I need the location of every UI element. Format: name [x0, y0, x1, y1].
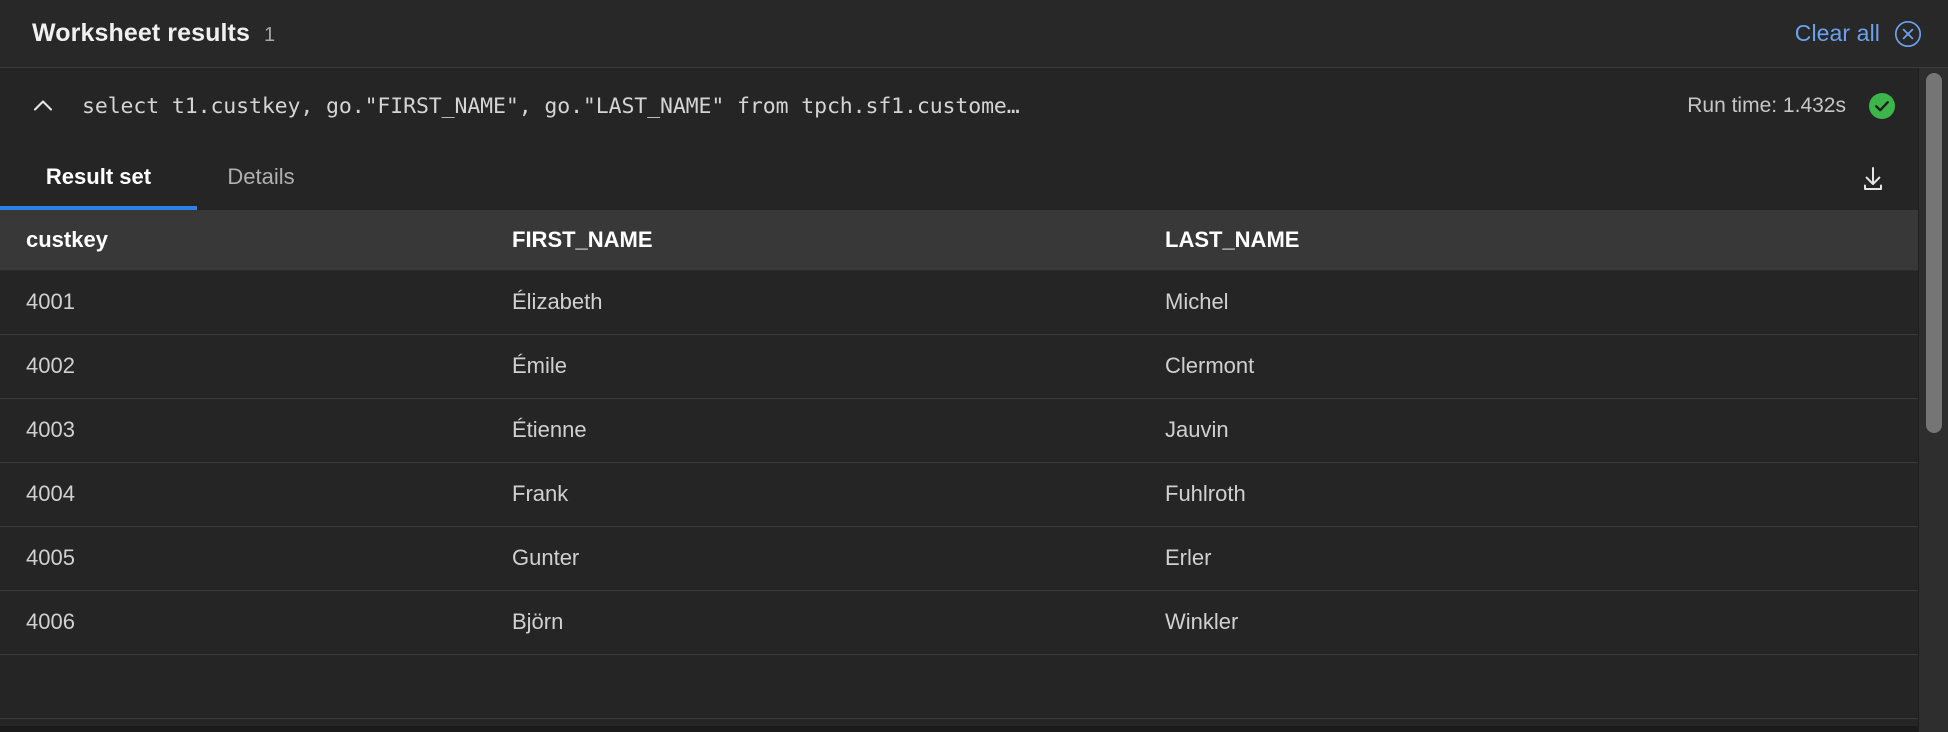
column-header-first-name[interactable]: FIRST_NAME — [486, 210, 1139, 271]
panel-bottom-edge — [0, 726, 1918, 732]
cell-last-name: Jauvin — [1139, 398, 1918, 463]
results-count-badge: 1 — [263, 24, 276, 46]
table-row[interactable]: 4005 Gunter Erler — [0, 526, 1918, 591]
cell-custkey — [0, 654, 486, 719]
cell-first-name — [486, 654, 1139, 719]
cell-last-name — [1139, 654, 1918, 719]
page-title: Worksheet results — [32, 19, 250, 47]
table-row[interactable]: 4004 Frank Fuhlroth — [0, 462, 1918, 527]
worksheet-results-panel: Worksheet results 1 Clear all select t1.… — [0, 0, 1948, 732]
table-row[interactable]: 4001 Élizabeth Michel — [0, 270, 1918, 335]
tab-result-set-label: Result set — [45, 164, 152, 189]
check-circle-icon — [1868, 92, 1896, 120]
cell-first-name: Frank — [486, 462, 1139, 527]
tab-list: Result set Details — [0, 144, 1850, 210]
cell-first-name: Étienne — [486, 398, 1139, 463]
clear-all-label: Clear all — [1794, 20, 1880, 46]
cell-last-name: Michel — [1139, 270, 1918, 335]
cell-first-name: Élizabeth — [486, 270, 1139, 335]
cell-last-name: Clermont — [1139, 334, 1918, 399]
table-row[interactable]: 4002 Émile Clermont — [0, 334, 1918, 399]
cell-custkey: 4002 — [0, 334, 486, 399]
cell-last-name: Fuhlroth — [1139, 462, 1918, 527]
table-header: custkey FIRST_NAME LAST_NAME — [0, 210, 1918, 271]
table-row[interactable]: 4003 Étienne Jauvin — [0, 398, 1918, 463]
cell-custkey: 4006 — [0, 590, 486, 655]
table-header-row: custkey FIRST_NAME LAST_NAME — [0, 210, 1918, 271]
cell-first-name: Gunter — [486, 526, 1139, 591]
cell-last-name: Winkler — [1139, 590, 1918, 655]
cell-first-name: Émile — [486, 334, 1139, 399]
cell-custkey: 4005 — [0, 526, 486, 591]
cell-last-name: Erler — [1139, 526, 1918, 591]
clear-all-button[interactable]: Clear all — [1795, 20, 1922, 48]
chevron-up-icon[interactable] — [26, 89, 60, 123]
vertical-scrollbar[interactable] — [1918, 68, 1948, 732]
results-tabbar: Result set Details — [0, 144, 1918, 210]
results-titlebar: Worksheet results 1 Clear all — [0, 0, 1948, 68]
result-set-table-container[interactable]: custkey FIRST_NAME LAST_NAME 4001 Élizab… — [0, 210, 1918, 732]
close-circle-icon[interactable] — [1894, 20, 1922, 48]
result-set-table: custkey FIRST_NAME LAST_NAME 4001 Élizab… — [0, 210, 1918, 719]
column-header-custkey[interactable]: custkey — [0, 210, 486, 271]
results-title-group: Worksheet results 1 — [32, 19, 275, 48]
query-summary-row[interactable]: select t1.custkey, go."FIRST_NAME", go."… — [0, 68, 1918, 144]
table-row[interactable]: 4006 Björn Winkler — [0, 590, 1918, 655]
cell-first-name: Björn — [486, 590, 1139, 655]
column-header-last-name[interactable]: LAST_NAME — [1139, 210, 1918, 271]
download-icon[interactable] — [1850, 156, 1896, 202]
vertical-scrollbar-thumb[interactable] — [1926, 73, 1942, 433]
table-row-partial[interactable] — [0, 654, 1918, 719]
cell-custkey: 4004 — [0, 462, 486, 527]
cell-custkey: 4003 — [0, 398, 486, 463]
tab-details-label: Details — [227, 164, 295, 189]
tab-result-set[interactable]: Result set — [0, 144, 197, 210]
run-time-label: Run time: 1.432s — [1687, 94, 1846, 117]
cell-custkey: 4001 — [0, 270, 486, 335]
query-text: select t1.custkey, go."FIRST_NAME", go."… — [82, 93, 1020, 119]
table-body: 4001 Élizabeth Michel 4002 Émile Clermon… — [0, 270, 1918, 719]
tab-details[interactable]: Details — [197, 144, 325, 210]
